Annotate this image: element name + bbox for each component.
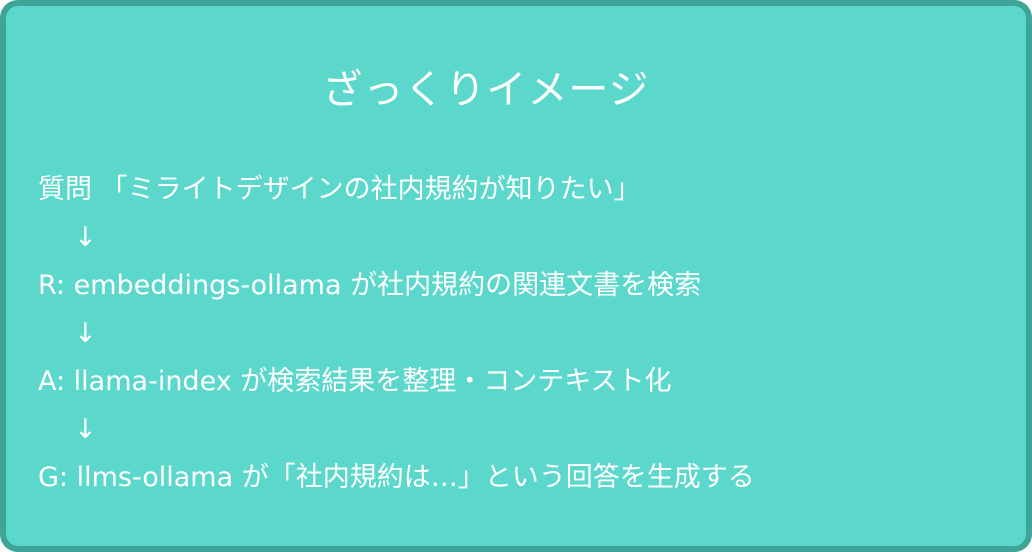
down-arrow-icon: ↓ [74,414,97,445]
diagram-title: ざっくりイメージ [322,67,650,113]
retrieve-step: R: embeddings-ollama が社内規約の関連文書を検索 [38,270,702,301]
question-step: 質問 「ミライトデザインの社内規約が知りたい」 [38,174,641,205]
rag-flow: 質問 「ミライトデザインの社内規約が知りたい」 ↓ R: embeddings-… [38,166,1008,502]
down-arrow-icon: ↓ [74,222,97,253]
down-arrow-icon: ↓ [74,318,97,349]
rag-overview-card: ざっくりイメージ 質問 「ミライトデザインの社内規約が知りたい」 ↓ R: em… [0,0,1032,552]
augment-step: A: llama-index が検索結果を整理・コンテキスト化 [38,366,672,397]
generate-step: G: llms-ollama が「社内規約は…」という回答を生成する [38,462,755,493]
